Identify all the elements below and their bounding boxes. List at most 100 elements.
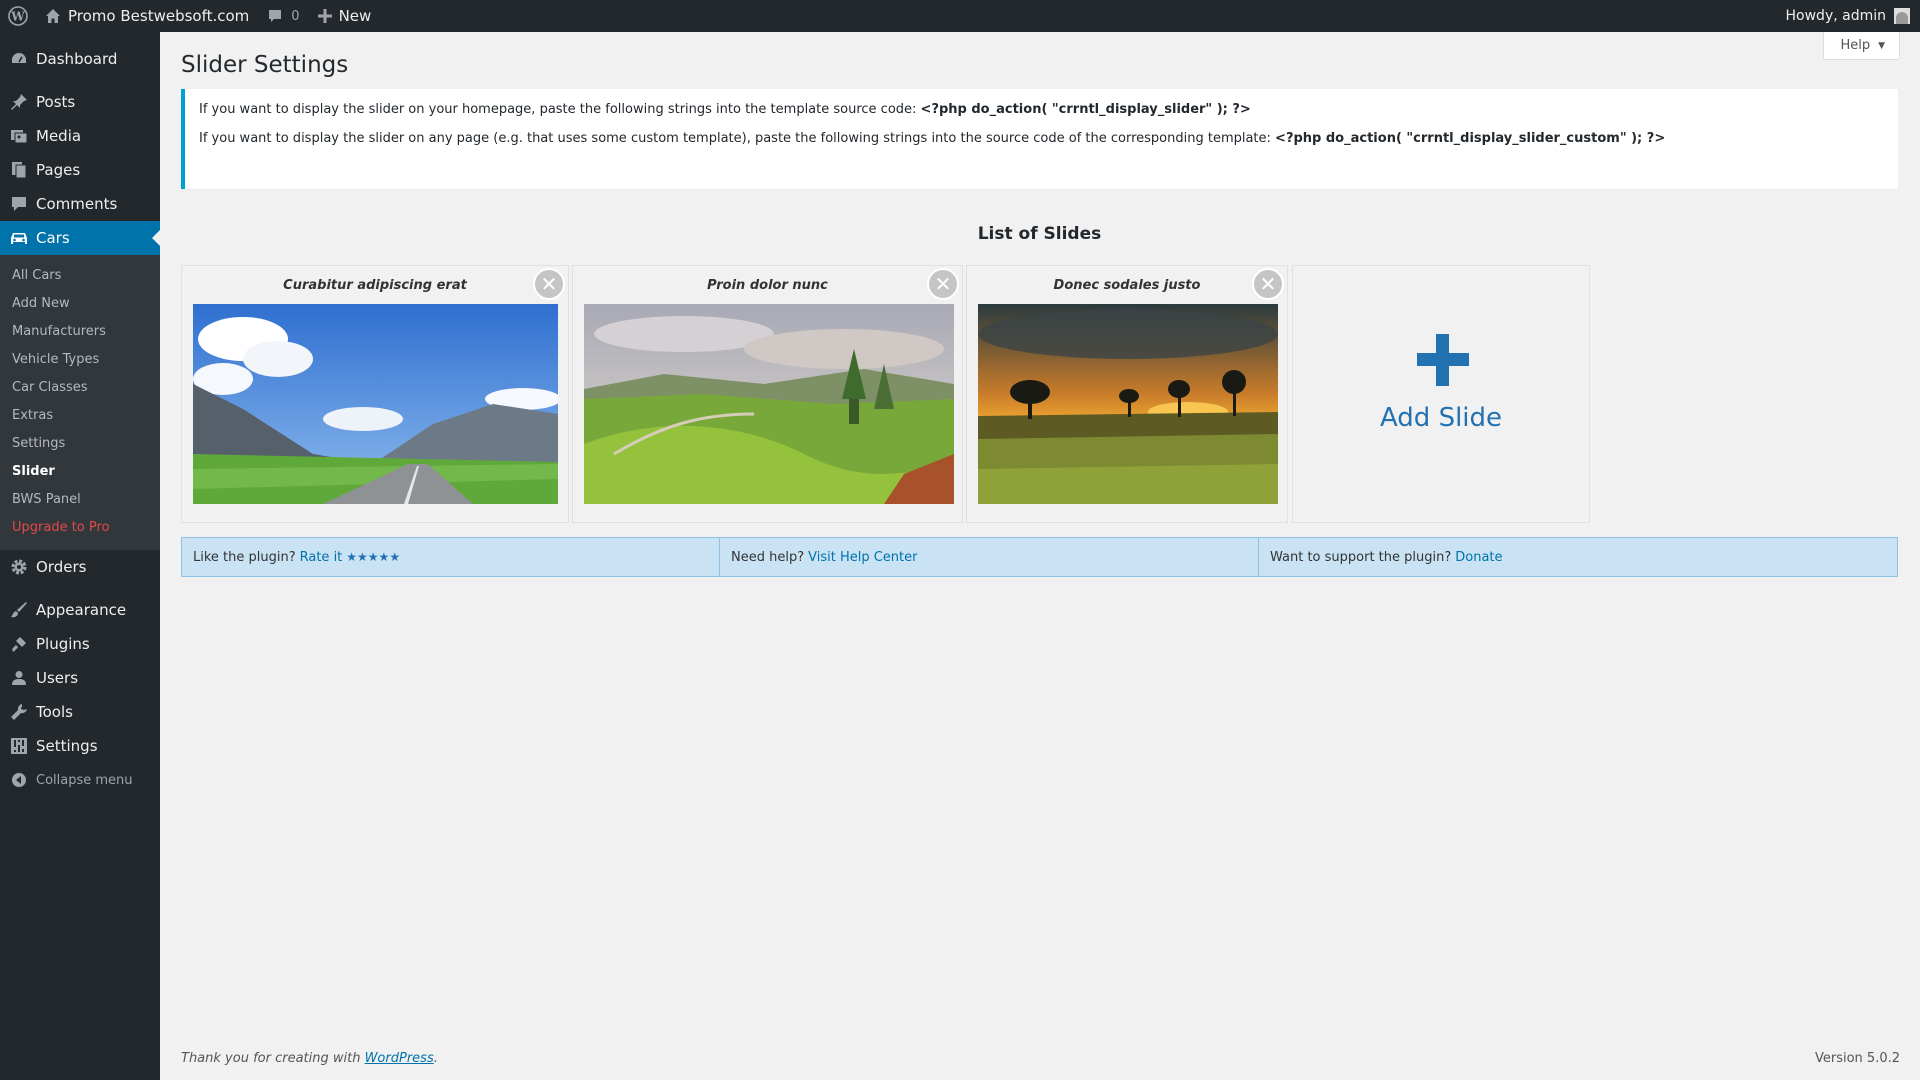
menu-orders[interactable]: Orders	[0, 550, 160, 584]
plus-icon	[317, 9, 332, 23]
menu-cars[interactable]: Cars	[0, 221, 160, 255]
slide-card: Donec sodales justo ✕	[966, 265, 1288, 523]
submenu-bws-panel[interactable]: BWS Panel	[0, 486, 160, 514]
admin-bar: W Promo Bestwebsoft.com 0 New Howdy, adm…	[0, 0, 1920, 32]
collapse-menu-button[interactable]: Collapse menu	[0, 763, 160, 797]
notice-line-custom: If you want to display the slider on any…	[199, 131, 1666, 146]
delete-slide-icon[interactable]: ✕	[533, 268, 565, 300]
delete-slide-icon[interactable]: ✕	[927, 268, 959, 300]
submenu-add-new[interactable]: Add New	[0, 290, 160, 318]
footer-thanks: Thank you for creating with WordPress.	[181, 1051, 438, 1066]
comments-count: 0	[291, 8, 300, 24]
avatar	[1894, 8, 1910, 24]
slide-card: Proin dolor nunc ✕	[572, 265, 963, 523]
dashboard-icon	[9, 49, 29, 69]
caret-down-icon: ▼	[1878, 40, 1885, 51]
slide-title: Donec sodales justo	[1053, 278, 1201, 293]
plugin-icon	[9, 634, 29, 654]
my-account-link[interactable]: Howdy, admin	[1777, 0, 1920, 32]
plugin-info-bar: Like the plugin? Rate it ★★★★★ Need help…	[181, 537, 1898, 577]
plus-icon	[1417, 334, 1469, 386]
menu-label: Cars	[36, 229, 70, 247]
wordpress-logo-icon[interactable]: W	[0, 0, 36, 32]
help-tab-button[interactable]: Help ▼	[1823, 32, 1900, 60]
rate-it-link[interactable]: Rate it	[300, 550, 343, 565]
menu-tools[interactable]: Tools	[0, 695, 160, 729]
menu-settings[interactable]: Settings	[0, 729, 160, 763]
settings-sliders-icon	[9, 736, 29, 756]
comments-link[interactable]: 0	[258, 0, 308, 32]
menu-label: Media	[36, 127, 82, 145]
submenu-all-cars[interactable]: All Cars	[0, 262, 160, 290]
submenu-extras[interactable]: Extras	[0, 402, 160, 430]
help-label: Help	[1840, 38, 1871, 53]
user-icon	[9, 668, 29, 688]
menu-dashboard[interactable]: Dashboard	[0, 42, 160, 76]
menu-label: Users	[36, 669, 79, 687]
menu-appearance[interactable]: Appearance	[0, 593, 160, 627]
car-icon	[9, 228, 29, 248]
howdy-text: Howdy, admin	[1785, 8, 1886, 24]
collapse-arrow-icon	[9, 770, 29, 790]
menu-users[interactable]: Users	[0, 661, 160, 695]
pin-icon	[9, 92, 29, 112]
list-of-slides-title: List of Slides	[977, 224, 1102, 244]
menu-label: Comments	[36, 195, 118, 213]
menu-label: Collapse menu	[36, 772, 133, 788]
menu-label: Posts	[36, 93, 76, 111]
menu-plugins[interactable]: Plugins	[0, 627, 160, 661]
submenu-car-classes[interactable]: Car Classes	[0, 374, 160, 402]
menu-label: Settings	[36, 737, 98, 755]
media-icon	[9, 126, 29, 146]
slide-title: Curabitur adipiscing erat	[283, 278, 467, 293]
code-snippet: <?php do_action( "crrntl_display_slider"…	[920, 102, 1251, 117]
wordpress-link[interactable]: WordPress	[365, 1051, 434, 1066]
footer-version: Version 5.0.2	[1814, 1051, 1900, 1066]
new-label: New	[338, 7, 372, 25]
menu-label: Appearance	[36, 601, 127, 619]
page-title: Slider Settings	[181, 52, 349, 78]
menu-label: Dashboard	[36, 50, 118, 68]
notice-line-homepage: If you want to display the slider on you…	[199, 102, 1251, 117]
main-content: Help ▼ Slider Settings If you want to di…	[160, 32, 1920, 1080]
visit-help-center-link[interactable]: Visit Help Center	[808, 550, 917, 565]
menu-comments[interactable]: Comments	[0, 187, 160, 221]
slide-image[interactable]	[978, 304, 1278, 504]
site-name-link[interactable]: Promo Bestwebsoft.com	[36, 0, 258, 32]
slide-image[interactable]	[584, 304, 954, 504]
comment-bubble-icon	[267, 8, 283, 24]
submenu-vehicle-types[interactable]: Vehicle Types	[0, 346, 160, 374]
code-snippet: <?php do_action( "crrntl_display_slider_…	[1275, 131, 1666, 146]
site-name: Promo Bestwebsoft.com	[68, 7, 250, 25]
comment-bubble-icon	[9, 194, 29, 214]
admin-menu: Dashboard Posts Media Pages Comments Car…	[0, 32, 160, 1080]
add-slide-label: Add Slide	[1379, 403, 1503, 433]
home-icon	[45, 8, 61, 24]
support-cell: Want to support the plugin? Donate	[1270, 549, 1503, 565]
menu-label: Tools	[36, 703, 73, 721]
new-content-link[interactable]: New	[309, 0, 381, 32]
rate-cell: Like the plugin? Rate it ★★★★★	[182, 538, 720, 576]
submenu-upgrade-to-pro[interactable]: Upgrade to Pro	[0, 514, 160, 542]
wrench-icon	[9, 702, 29, 722]
paintbrush-icon	[9, 600, 29, 620]
menu-label: Plugins	[36, 635, 90, 653]
help-cell: Need help? Visit Help Center	[720, 538, 1259, 576]
slide-image[interactable]	[193, 304, 558, 504]
add-slide-button[interactable]: Add Slide	[1292, 265, 1590, 523]
menu-media[interactable]: Media	[0, 119, 160, 153]
donate-link[interactable]: Donate	[1455, 550, 1502, 565]
submenu-manufacturers[interactable]: Manufacturers	[0, 318, 160, 346]
rating-stars-icon[interactable]: ★★★★★	[346, 550, 400, 564]
slide-title: Proin dolor nunc	[707, 278, 828, 293]
menu-posts[interactable]: Posts	[0, 85, 160, 119]
submenu-slider[interactable]: Slider	[0, 458, 160, 486]
delete-slide-icon[interactable]: ✕	[1252, 268, 1284, 300]
pages-icon	[9, 160, 29, 180]
submenu-settings[interactable]: Settings	[0, 430, 160, 458]
info-notice: If you want to display the slider on you…	[181, 89, 1898, 189]
cars-submenu: All Cars Add New Manufacturers Vehicle T…	[0, 255, 160, 550]
menu-pages[interactable]: Pages	[0, 153, 160, 187]
gear-icon	[9, 557, 29, 577]
menu-label: Orders	[36, 558, 87, 576]
